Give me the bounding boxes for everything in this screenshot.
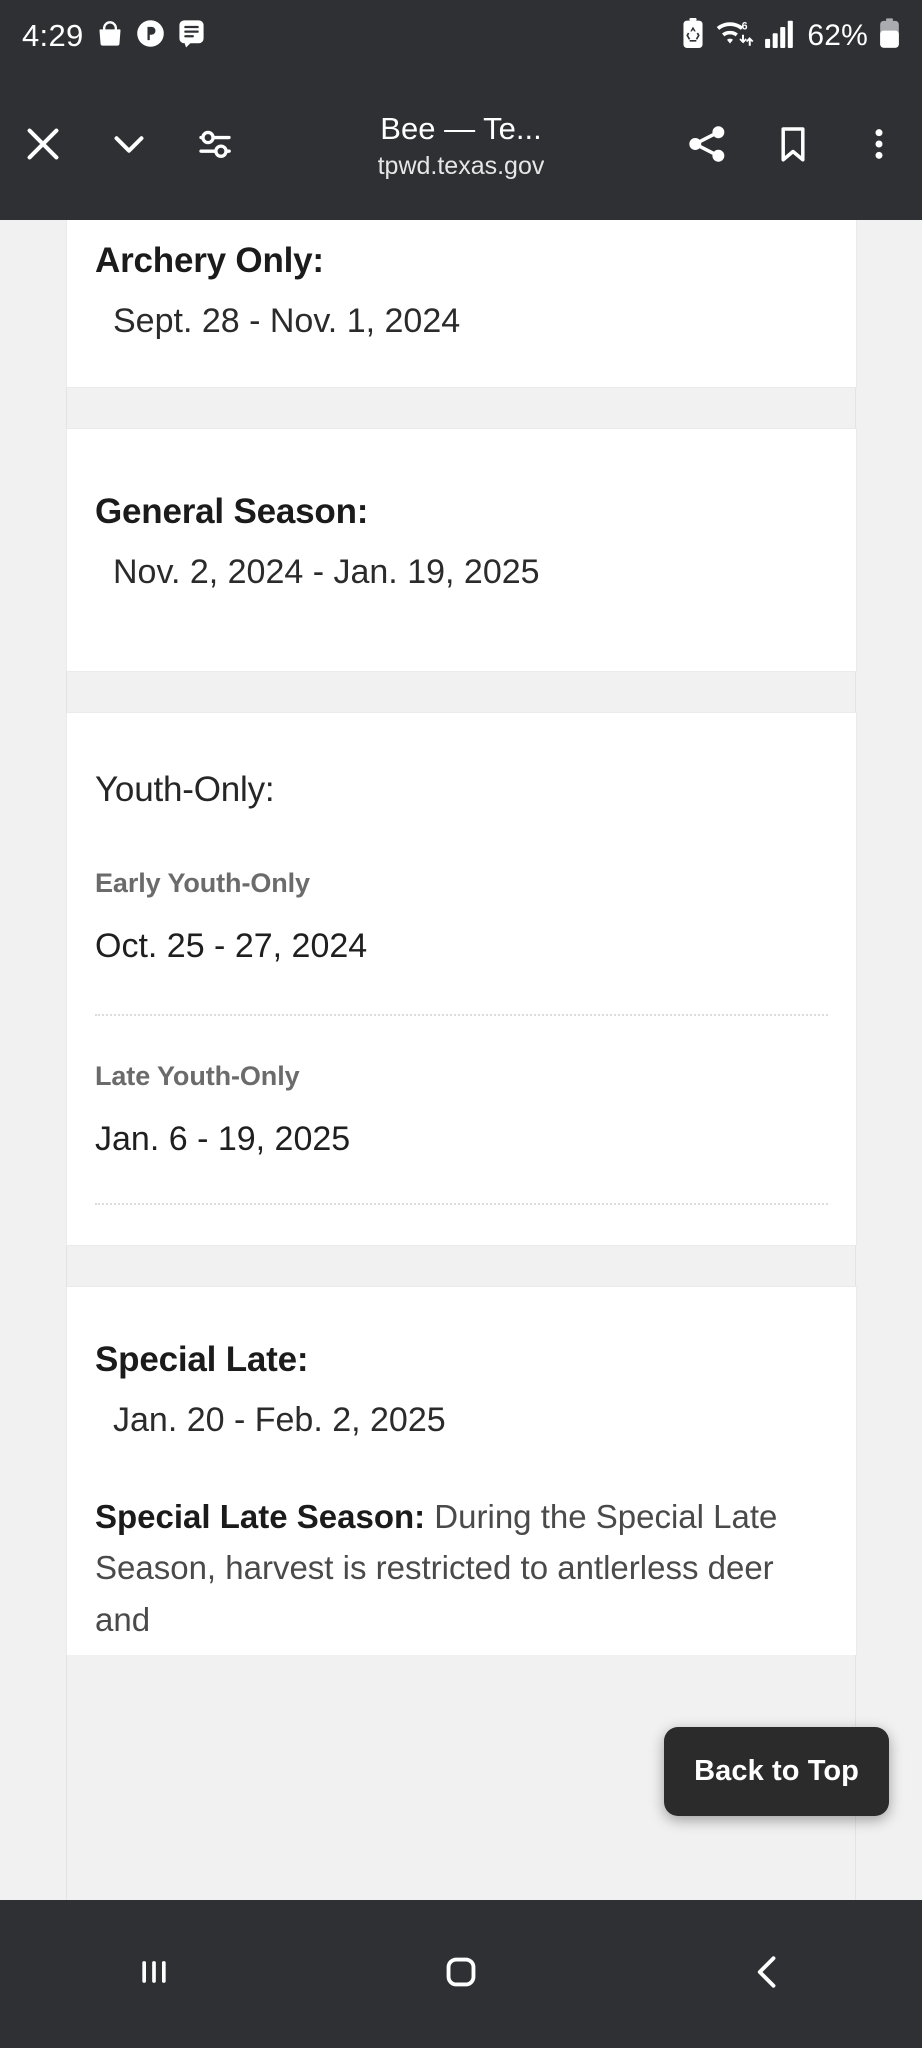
section-divider xyxy=(95,1013,828,1016)
special-late-paragraph: Special Late Season: During the Special … xyxy=(95,1491,828,1644)
cellular-signal-icon xyxy=(765,20,796,53)
svg-text:6: 6 xyxy=(742,20,748,32)
season-card-youth: Youth-Only: Early Youth-Only Oct. 25 - 2… xyxy=(66,712,857,1246)
more-vertical-icon xyxy=(859,124,899,169)
web-page-viewport[interactable]: Archery Only: Sept. 28 - Nov. 1, 2024 Ge… xyxy=(0,220,922,1900)
shopping-bag-icon xyxy=(96,19,124,54)
android-nav-bar xyxy=(0,1900,922,2048)
season-date: Jan. 20 - Feb. 2, 2025 xyxy=(113,1400,446,1439)
status-bar-right: 6 62% xyxy=(681,18,900,54)
overflow-menu-button[interactable] xyxy=(836,72,922,220)
season-title: General Season: xyxy=(95,491,369,531)
subsection-label: Early Youth-Only xyxy=(95,868,310,898)
browser-toolbar: Bee — Te... tpwd.texas.gov xyxy=(0,72,922,220)
home-icon xyxy=(439,1950,483,1999)
battery-percent-label: 62% xyxy=(807,19,868,52)
page-content: Archery Only: Sept. 28 - Nov. 1, 2024 Ge… xyxy=(0,220,922,1655)
subsection-label: Late Youth-Only xyxy=(95,1060,300,1091)
share-button[interactable] xyxy=(664,72,750,220)
paragraph-lead: Special Late Season: xyxy=(95,1498,426,1536)
season-card-special-late: Special Late: Jan. 20 - Feb. 2, 2025 Spe… xyxy=(66,1285,857,1655)
phone-screen: 4:29 6 62% Bee — Te... tpwd.texas.gov Ar… xyxy=(0,0,922,2048)
message-icon xyxy=(177,18,206,54)
subsection-date: Oct. 25 - 27, 2024 xyxy=(95,927,368,966)
recents-icon xyxy=(134,1952,174,1997)
page-identity[interactable]: Bee — Te... tpwd.texas.gov xyxy=(258,110,664,182)
recents-button[interactable] xyxy=(64,1900,244,2048)
wifi-6-icon: 6 xyxy=(716,19,754,54)
season-card-general: General Season: Nov. 2, 2024 - Jan. 19, … xyxy=(66,427,857,672)
tune-icon xyxy=(194,123,236,170)
season-title: Special Late: xyxy=(95,1339,309,1379)
back-to-top-label: Back to Top xyxy=(694,1755,859,1787)
page-title: Bee — Te... xyxy=(380,110,542,146)
close-icon xyxy=(20,121,66,172)
status-bar: 4:29 6 62% xyxy=(0,0,922,72)
bookmark-icon xyxy=(772,123,814,170)
season-card-archery: Archery Only: Sept. 28 - Nov. 1, 2024 xyxy=(66,220,857,388)
share-icon xyxy=(685,122,729,171)
bookmark-button[interactable] xyxy=(750,72,836,220)
section-divider xyxy=(95,1202,828,1205)
page-url: tpwd.texas.gov xyxy=(377,151,545,180)
home-button[interactable] xyxy=(371,1900,551,2048)
season-title: Youth-Only: xyxy=(95,770,275,809)
close-button[interactable] xyxy=(0,72,86,220)
battery-icon xyxy=(879,18,900,54)
collapse-button[interactable] xyxy=(86,72,172,220)
back-icon xyxy=(746,1950,790,1999)
season-title: Archery Only: xyxy=(95,241,324,280)
page-settings-button[interactable] xyxy=(172,72,258,220)
chevron-down-icon xyxy=(106,121,152,172)
subsection-date: Jan. 6 - 19, 2025 xyxy=(95,1120,351,1159)
back-button[interactable] xyxy=(678,1900,858,2048)
battery-saver-icon xyxy=(681,18,705,54)
status-bar-clock: 4:29 xyxy=(22,18,84,53)
media-play-icon xyxy=(136,19,165,53)
season-date: Nov. 2, 2024 - Jan. 19, 2025 xyxy=(113,552,540,591)
back-to-top-button[interactable]: Back to Top xyxy=(664,1727,889,1816)
season-date: Sept. 28 - Nov. 1, 2024 xyxy=(113,302,461,340)
status-bar-left: 4:29 xyxy=(22,18,206,54)
